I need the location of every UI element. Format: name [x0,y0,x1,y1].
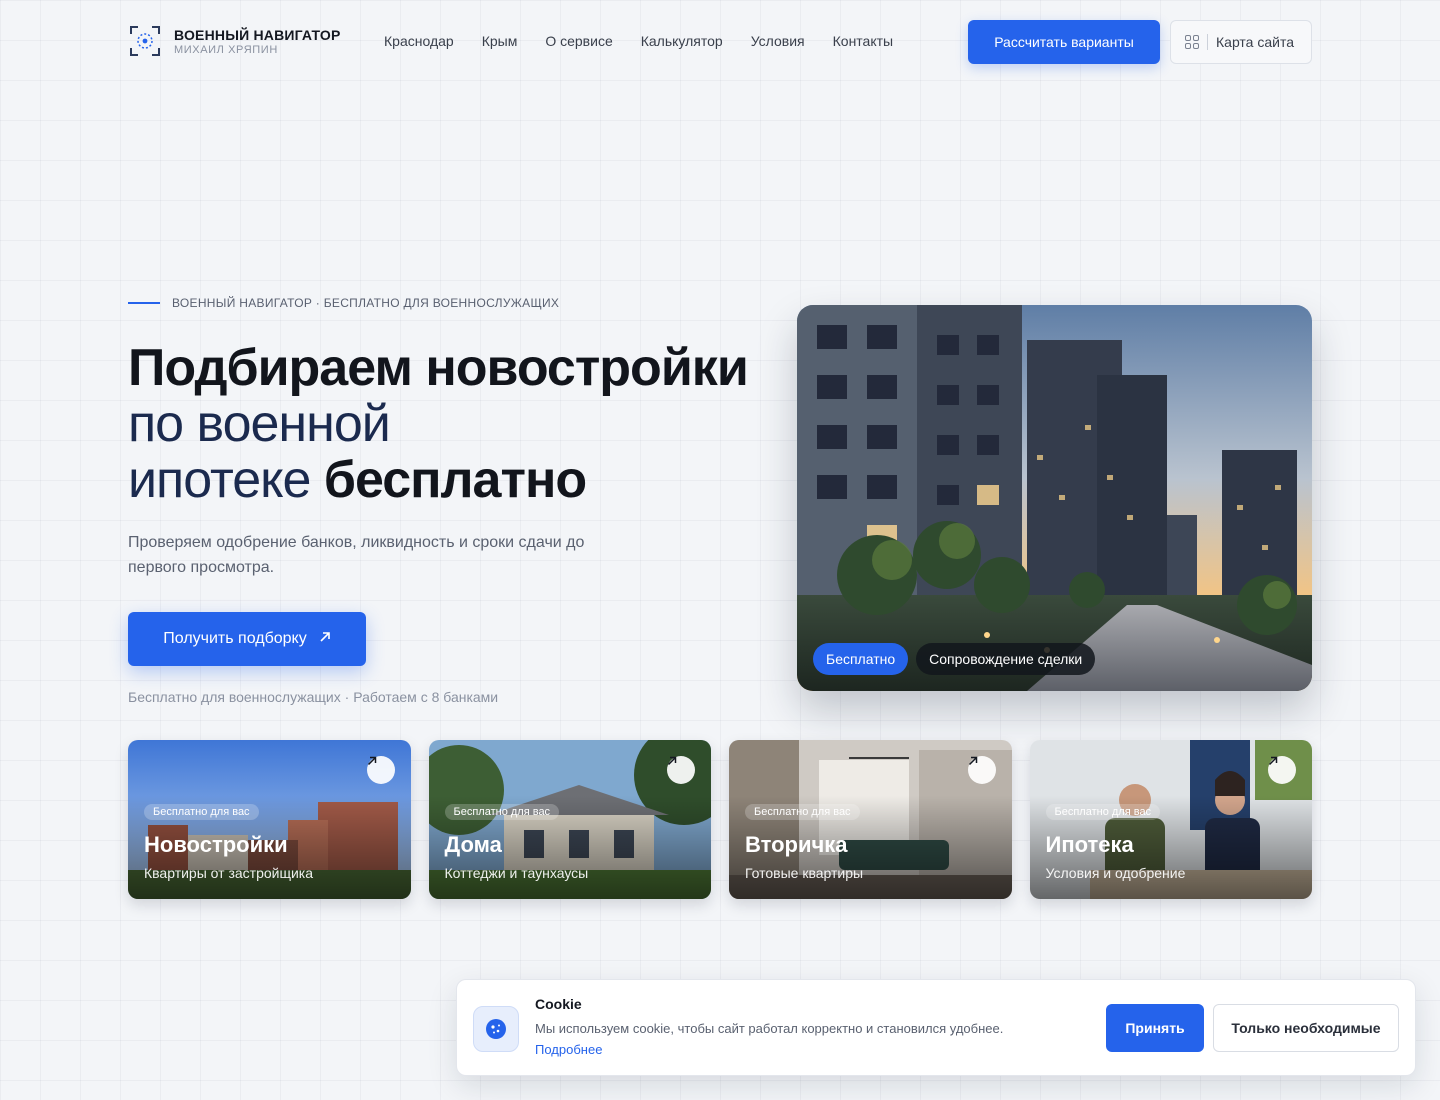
site-header: ВОЕННЫЙ НАВИГАТОР МИХАИЛ ХРЯПИН Краснода… [128,20,1312,64]
card-badge: Бесплатно для вас [1045,804,1161,820]
necessary-only-button[interactable]: Только необходимые [1213,1004,1399,1052]
card-title: Вторичка [745,832,848,857]
logo-subtitle: МИХАИЛ ХРЯПИН [174,43,278,56]
headline-line-3b: бесплатно [323,451,587,509]
hero-lead: Проверяем одобрение банков, ликвидность … [128,534,585,576]
card-title: Ипотека [1045,832,1134,857]
card-mortgage[interactable]: Бесплатно для вас Ипотека Условия и одоб… [1029,740,1312,899]
nav-item-crimea[interactable]: Крым [482,33,518,49]
nav-item-contacts[interactable]: Контакты [833,33,893,49]
card-badge: Бесплатно для вас [745,804,860,820]
cookie-more-link[interactable]: Подробнее [535,1042,602,1057]
card-houses[interactable]: Бесплатно для вас Дома Коттеджи и таунха… [428,740,711,899]
hero-note: Бесплатно для военнослужащих · Работаем … [128,689,499,705]
card-subtitle: Квартиры от застройщика [144,865,314,881]
nav-item-about[interactable]: О сервисе [545,33,612,49]
eyebrow-text: ВОЕННЫЙ НАВИГАТОР · БЕСПЛАТНО ДЛЯ ВОЕННО… [172,296,560,310]
category-cards: Бесплатно для вас Новостройки Квартиры о… [128,740,1312,900]
card-subtitle: Готовые квартиры [745,865,864,881]
card-title: Новостройки [144,832,288,857]
arrow-up-right-icon[interactable] [967,756,996,784]
card-new-buildings[interactable]: Бесплатно для вас Новостройки Квартиры о… [128,740,411,899]
cookie-icon [473,1006,519,1052]
arrow-up-right-icon[interactable] [1268,756,1296,784]
arrow-up-right-icon[interactable] [366,756,395,784]
card-title: Дома [444,832,502,857]
headline-line-3a: ипотеке [128,451,311,509]
nav-item-terms[interactable]: Условия [751,33,805,49]
chip-free: Бесплатно [813,643,909,675]
headline-line-1: Подбираем новостройки [128,339,749,397]
cookie-message: Мы используем cookie, чтобы сайт работал… [535,1021,1004,1036]
nav-item-krasnodar[interactable]: Краснодар [384,33,454,49]
chip-deal-support: Сопровождение сделки [916,643,1096,675]
hero-image: Бесплатно Сопровождение сделки [797,305,1312,691]
card-subtitle: Коттеджи и таунхаусы [444,865,589,881]
eyebrow-line [128,302,160,304]
card-badge: Бесплатно для вас [444,804,560,820]
logo-title: ВОЕННЫЙ НАВИГАТОР [174,26,341,43]
get-selection-label: Получить подборку [163,630,307,647]
card-subtitle: Условия и одобрение [1045,865,1186,881]
cookie-banner: Cookie Мы используем cookie, чтобы сайт … [456,979,1416,1076]
arrow-up-right-icon [319,630,331,648]
divider [1207,34,1208,50]
cookie-title: Cookie [535,996,582,1012]
accept-cookies-button[interactable]: Принять [1106,1004,1204,1052]
hero-headline: Подбираем новостройки по военной ипотеке… [128,340,768,508]
card-secondary-market[interactable]: Бесплатно для вас Вторичка Готовые кварт… [729,740,1012,899]
get-selection-button[interactable]: Получить подборку [128,612,366,666]
logo-icon [128,24,162,58]
logo[interactable]: ВОЕННЫЙ НАВИГАТОР МИХАИЛ ХРЯПИН [128,24,341,58]
cookie-text: Мы используем cookie, чтобы сайт работал… [535,1018,1015,1060]
nav-item-calculator[interactable]: Калькулятор [641,33,723,49]
card-badge: Бесплатно для вас [144,804,259,820]
hero-eyebrow: ВОЕННЫЙ НАВИГАТОР · БЕСПЛАТНО ДЛЯ ВОЕННО… [128,296,559,310]
main-nav: Краснодар Крым О сервисе Калькулятор Усл… [384,33,893,49]
arrow-up-right-icon[interactable] [667,756,695,784]
sitemap-label: Карта сайта [1216,34,1294,50]
grid-icon [1185,35,1199,49]
hero-chips: Бесплатно Сопровождение сделки [813,643,1096,675]
calculate-options-button[interactable]: Рассчитать варианты [968,20,1160,64]
sitemap-button[interactable]: Карта сайта [1170,20,1312,64]
headline-line-2: по военной [128,395,391,453]
